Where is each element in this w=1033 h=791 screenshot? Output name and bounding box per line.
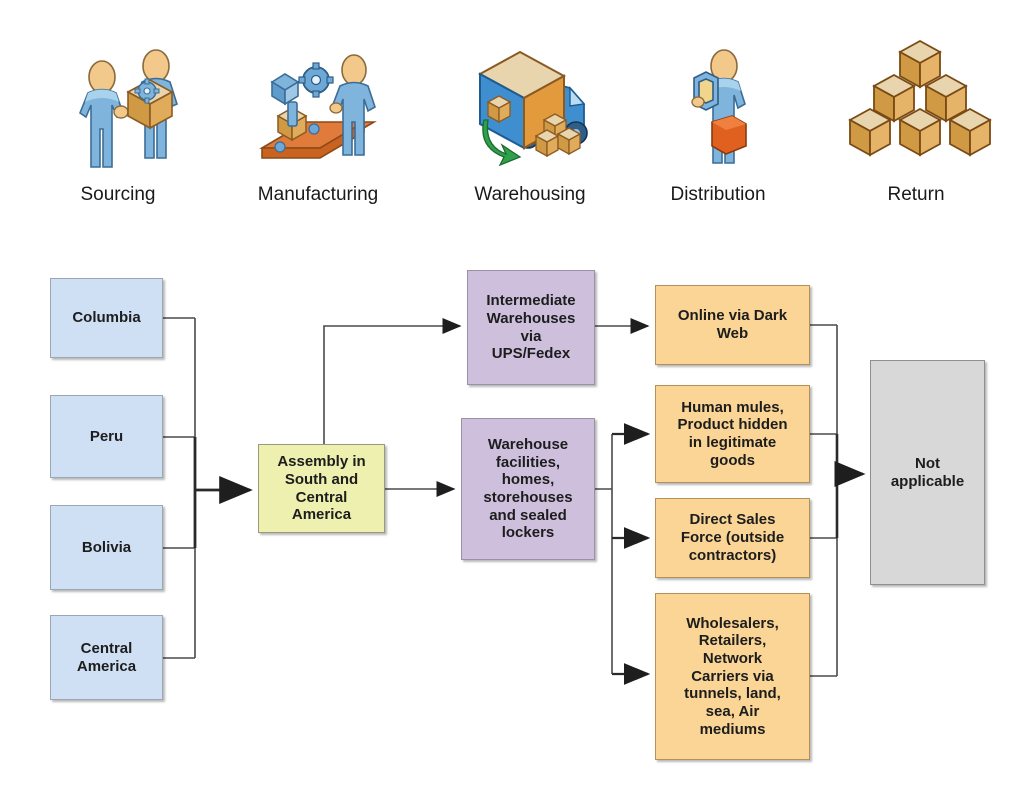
source-label-columbia: Columbia [72,309,141,327]
return-stacked-boxes-icon [848,39,992,157]
stage-label-manufacturing: Manufacturing [257,184,379,205]
warehouse-node-intermediate[interactable]: Intermediate Warehouses via UPS/Fedex [467,270,595,385]
source-node-bolivia[interactable]: Bolivia [50,505,163,590]
warehouse-label-intermediate: Intermediate Warehouses via UPS/Fedex [486,292,576,363]
stage-column-return: Return [826,30,1006,206]
source-label-bolivia: Bolivia [81,538,132,556]
supply-chain-diagram: Sourcing Manufacturing Warehousing Distr… [0,0,1033,791]
source-node-central-america[interactable]: Central America [50,615,163,700]
distribution-node-direct-sales[interactable]: Direct Sales Force (outside contractors) [655,498,810,578]
distribution-node-online-dark-web[interactable]: Online via Dark Web [655,285,810,365]
distribution-node-wholesalers[interactable]: Wholesalers, Retailers, Network Carriers… [655,593,810,760]
connector-sources-to-bus [163,317,195,659]
assembly-label: Assembly in South and Central America [277,453,366,524]
stage-label-distribution: Distribution [670,184,766,205]
distribution-label-human-mules: Human mules, Product hidden in legitimat… [677,398,788,469]
warehouse-label-facilities: Warehouse facilities, homes, storehouses… [483,435,573,542]
distribution-node-human-mules[interactable]: Human mules, Product hidden in legitimat… [655,385,810,483]
stage-label-return: Return [887,184,945,205]
stage-label-warehousing: Warehousing [474,184,586,205]
distribution-label-direct-sales: Direct Sales Force (outside contractors) [680,511,785,564]
stage-column-manufacturing: Manufacturing [228,30,408,206]
distribution-label-wholesalers: Wholesalers, Retailers, Network Carriers… [684,614,781,738]
manufacturing-assembly-line-icon [259,54,377,159]
assembly-node[interactable]: Assembly in South and Central America [258,444,385,533]
stage-column-sourcing: Sourcing [28,30,208,206]
sourcing-handshake-package-icon [79,49,178,168]
stage-label-sourcing: Sourcing [80,184,156,205]
warehousing-delivery-truck-icon [477,50,588,167]
terminal-label-not-applicable: Not applicable [890,454,965,490]
source-label-peru: Peru [89,427,124,445]
distribution-courier-icon [691,49,747,164]
stage-column-distribution: Distribution [628,30,808,206]
source-node-columbia[interactable]: Columbia [50,278,163,358]
source-node-peru[interactable]: Peru [50,395,163,478]
distribution-label-online-dark-web: Online via Dark Web [677,307,788,342]
terminal-node-not-applicable[interactable]: Not applicable [870,360,985,585]
connector-channels-to-merge-bus [810,324,837,677]
source-label-central-america: Central America [76,639,137,675]
warehouse-node-facilities[interactable]: Warehouse facilities, homes, storehouses… [461,418,595,560]
connector-assembly-to-intermediate-warehouses [323,318,462,444]
stage-column-warehousing: Warehousing [440,30,620,206]
